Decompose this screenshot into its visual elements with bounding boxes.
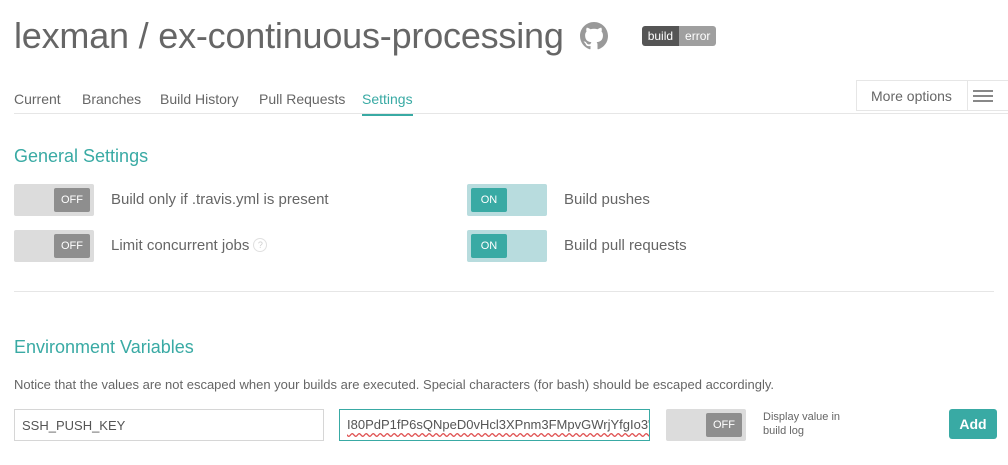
build-pushes-label: Build pushes — [564, 191, 650, 208]
tabs-divider — [14, 113, 1008, 114]
more-options-button[interactable]: More options — [856, 80, 1008, 111]
limit-concurrent-jobs-row: Limit concurrent jobs? — [111, 237, 268, 254]
toggle-state: OFF — [706, 413, 742, 437]
tab-settings[interactable]: Settings — [362, 91, 413, 116]
env-var-name-input[interactable] — [14, 409, 324, 441]
build-status-badge[interactable]: build error — [641, 26, 717, 46]
more-options-divider — [967, 81, 968, 110]
toggle-state: OFF — [54, 234, 90, 258]
toggle-state: ON — [471, 234, 507, 258]
more-options-label: More options — [871, 88, 952, 104]
section-divider — [14, 291, 994, 292]
build-only-if-travis-yml-toggle[interactable]: OFF — [14, 184, 94, 216]
hamburger-menu-icon[interactable] — [973, 90, 993, 105]
limit-concurrent-jobs-label: Limit concurrent jobs — [111, 237, 250, 254]
badge-status: error — [679, 26, 717, 46]
env-vars-notice: Notice that the values are not escaped w… — [14, 377, 774, 392]
tab-current[interactable]: Current — [14, 91, 61, 107]
github-icon[interactable] — [579, 22, 608, 50]
repo-title: lexman / ex-continuous-processing — [14, 15, 564, 56]
env-var-value-text: I80PdP1fP6sQNpeD0vHcl3XPnm3FMpvGWrjYfgIo… — [347, 417, 650, 432]
repo-header: lexman / ex-continuous-processing build … — [14, 14, 717, 58]
badge-label: build — [641, 26, 680, 46]
general-settings-title: General Settings — [14, 146, 149, 166]
tab-pull-requests[interactable]: Pull Requests — [259, 91, 345, 107]
toggle-state: ON — [471, 188, 507, 212]
limit-concurrent-jobs-toggle[interactable]: OFF — [14, 230, 94, 262]
tab-build-history[interactable]: Build History — [160, 91, 239, 107]
build-only-if-travis-yml-label: Build only if .travis.yml is present — [111, 191, 329, 208]
env-var-value-input[interactable]: I80PdP1fP6sQNpeD0vHcl3XPnm3FMpvGWrjYfgIo… — [339, 409, 650, 441]
environment-variables-title: Environment Variables — [14, 337, 194, 357]
add-env-var-button[interactable]: Add — [949, 409, 997, 439]
tab-branches[interactable]: Branches — [82, 91, 141, 107]
toggle-state: OFF — [54, 188, 90, 212]
display-value-toggle[interactable]: OFF — [666, 409, 746, 441]
help-icon[interactable]: ? — [253, 238, 268, 252]
build-pull-requests-label: Build pull requests — [564, 237, 687, 254]
build-pull-requests-toggle[interactable]: ON — [467, 230, 547, 262]
display-value-label: Display value in build log — [763, 411, 841, 437]
build-pushes-toggle[interactable]: ON — [467, 184, 547, 216]
